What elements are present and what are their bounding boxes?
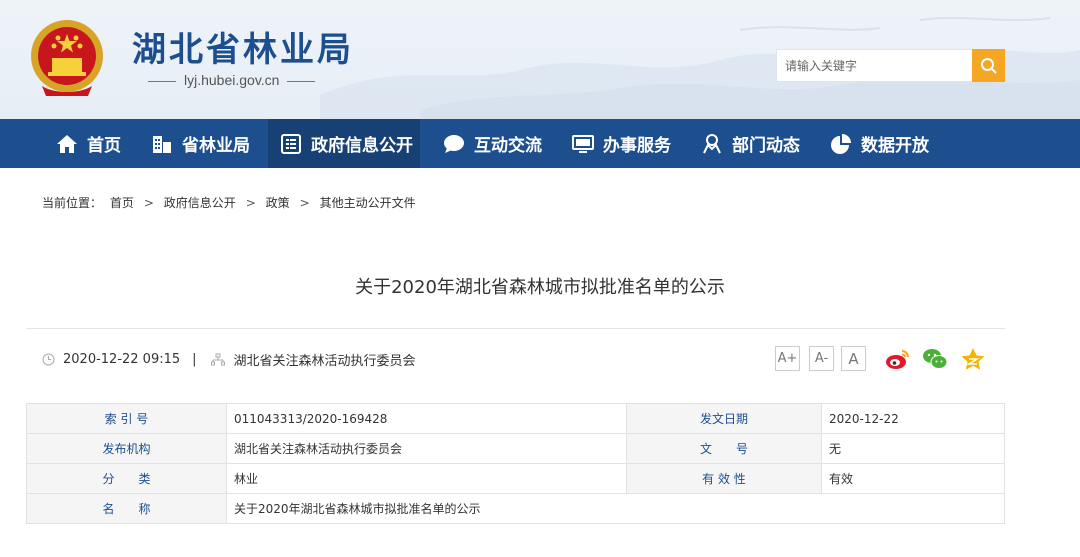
wechat-share-icon[interactable] — [922, 347, 948, 371]
site-title: 湖北省林业局 — [132, 30, 354, 70]
home-icon — [57, 134, 77, 153]
nav-item-label: 省林业局 — [182, 136, 250, 156]
info-label: 发文日期 — [626, 403, 822, 434]
article-publisher: 湖北省关注森林活动执行委员会 — [233, 354, 416, 369]
nav-item-services[interactable]: 办事服务 — [560, 119, 678, 168]
meta-divider: | — [192, 352, 197, 367]
nav-item-label: 政府信息公开 — [311, 136, 413, 156]
search-button[interactable] — [972, 49, 1005, 82]
breadcrumb-link-other-files[interactable]: 其他主动公开文件 — [320, 196, 416, 210]
font-increase-label: A+ — [777, 351, 798, 366]
national-emblem-icon — [31, 20, 103, 96]
nav-item-label: 部门动态 — [732, 136, 800, 156]
font-decrease-label: A- — [814, 351, 829, 366]
info-label: 名 称 — [26, 493, 227, 524]
info-value: 无 — [821, 433, 1005, 464]
breadcrumb: 当前位置： 首页 > 政府信息公开 > 政策 > 其他主动公开文件 — [42, 194, 420, 211]
nav-item-interaction[interactable]: 互动交流 — [431, 119, 549, 168]
info-value: 2020-12-22 — [821, 403, 1005, 434]
info-label: 文 号 — [626, 433, 822, 464]
breadcrumb-link-policy[interactable]: 政策 — [266, 196, 290, 210]
article-meta-bar: 2020-12-22 09:15 | 湖北省关注森林活动执行委员会 A+ A- … — [26, 328, 1005, 390]
info-value: 关于2020年湖北省森林城市拟批准名单的公示 — [226, 493, 1005, 524]
org-icon — [210, 353, 225, 366]
font-reset-button[interactable]: A — [841, 346, 866, 371]
info-value: 有效 — [821, 463, 1005, 494]
info-value: 011043313/2020-169428 — [226, 403, 627, 434]
building-icon — [153, 135, 171, 153]
nav-item-forestry-bureau[interactable]: 省林业局 — [139, 119, 257, 168]
pie-chart-icon — [831, 133, 851, 154]
nav-item-gov-info[interactable]: 政府信息公开 — [268, 119, 420, 168]
nav-item-label: 首页 — [87, 136, 121, 156]
search-input[interactable] — [777, 50, 973, 81]
chat-bubble-icon — [444, 134, 464, 153]
article-title: 关于2020年湖北省森林城市拟批准名单的公示 — [355, 277, 725, 298]
weibo-share-icon[interactable] — [885, 347, 911, 371]
nav-item-label: 办事服务 — [603, 136, 671, 156]
info-value: 林业 — [226, 463, 627, 494]
nav-item-open-data[interactable]: 数据开放 — [818, 119, 936, 168]
font-increase-button[interactable]: A+ — [775, 346, 800, 371]
table-row: 名 称 关于2020年湖北省森林城市拟批准名单的公示 — [26, 493, 1005, 524]
breadcrumb-separator: > — [299, 196, 310, 210]
info-label: 有 效 性 — [626, 463, 822, 494]
info-label: 分 类 — [26, 463, 227, 494]
breadcrumb-separator: > — [143, 196, 154, 210]
nav-item-dept-news[interactable]: 部门动态 — [689, 119, 807, 168]
nav-item-label: 数据开放 — [861, 136, 929, 156]
monitor-icon — [572, 134, 594, 153]
breadcrumb-link-home[interactable]: 首页 — [110, 196, 134, 210]
url-left-rule — [148, 80, 176, 82]
document-list-icon — [281, 133, 301, 154]
breadcrumb-link-gov-info[interactable]: 政府信息公开 — [164, 196, 236, 210]
article-datetime: 2020-12-22 09:15 — [63, 352, 181, 367]
info-value: 湖北省关注森林活动执行委员会 — [226, 433, 627, 464]
table-row: 发布机构 湖北省关注森林活动执行委员会 文 号 无 — [26, 433, 1005, 464]
font-decrease-button[interactable]: A- — [809, 346, 834, 371]
main-nav: 首页 省林业局 政府信息公开 互动交流 办事服务 部门动态 数据开放 — [0, 119, 1080, 168]
breadcrumb-separator: > — [245, 196, 256, 210]
info-label: 索 引 号 — [26, 403, 227, 434]
site-url-text: lyj.hubei.gov.cn — [184, 72, 280, 88]
document-info-table: 索 引 号 011043313/2020-169428 发文日期 2020-12… — [26, 403, 1005, 524]
search-box — [776, 49, 1005, 82]
site-header: 湖北省林业局 lyj.hubei.gov.cn — [0, 0, 1080, 119]
table-row: 索 引 号 011043313/2020-169428 发文日期 2020-12… — [26, 403, 1005, 434]
nav-item-label: 互动交流 — [474, 136, 542, 156]
person-icon — [703, 133, 721, 153]
nav-item-home[interactable]: 首页 — [44, 119, 128, 168]
search-icon — [980, 57, 997, 74]
article-meta-info: 2020-12-22 09:15 | 湖北省关注森林活动执行委员会 — [42, 350, 416, 369]
url-right-rule — [287, 80, 316, 82]
breadcrumb-prefix: 当前位置： — [42, 196, 103, 210]
site-url: lyj.hubei.gov.cn — [140, 72, 323, 88]
font-reset-label: A — [848, 349, 859, 368]
table-row: 分 类 林业 有 效 性 有效 — [26, 463, 1005, 494]
favorite-star-icon[interactable] — [960, 347, 986, 371]
clock-icon — [42, 353, 55, 366]
info-label: 发布机构 — [26, 433, 227, 464]
